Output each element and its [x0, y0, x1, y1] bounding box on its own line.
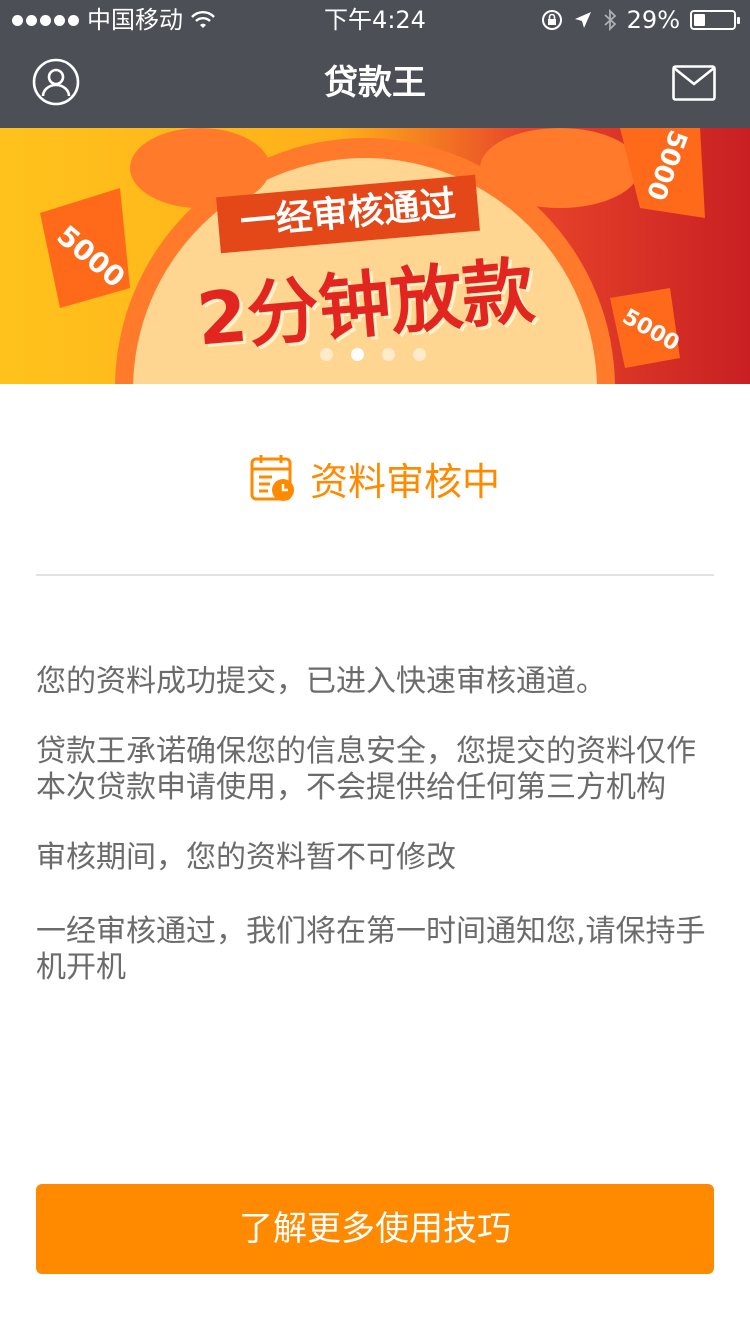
pager-dot[interactable] — [382, 348, 395, 361]
pager-dot[interactable] — [351, 348, 364, 361]
battery-icon — [690, 10, 740, 30]
mail-icon[interactable] — [672, 65, 716, 101]
promo-banner[interactable]: 一经审核通过 2分钟放款 5000 5000 5000 — [0, 128, 750, 384]
info-paragraph: 一经审核通过，我们将在第一时间通知您,请保持手机开机 — [36, 914, 706, 985]
info-paragraph: 贷款王承诺确保您的信息安全，您提交的资料仅作本次贷款申请使用，不会提供给任何第三… — [36, 734, 696, 805]
review-status: 资料审核中 — [0, 448, 750, 508]
battery-percent: 29% — [626, 6, 680, 34]
calendar-clock-icon — [250, 455, 294, 501]
info-paragraph: 您的资料成功提交，已进入快速审核通道。 — [36, 664, 606, 699]
page-title: 贷款王 — [324, 63, 426, 103]
top-bar: 中国移动 下午4:24 29% 贷款王 — [0, 0, 750, 128]
review-status-label: 资料审核中 — [309, 459, 500, 504]
bluetooth-icon — [604, 9, 616, 31]
rotation-lock-icon — [541, 10, 562, 30]
status-right: 29% — [541, 0, 740, 40]
info-paragraph: 审核期间，您的资料暂不可修改 — [36, 840, 456, 875]
pager-dot[interactable] — [413, 348, 426, 361]
status-bar: 中国移动 下午4:24 29% — [0, 0, 750, 40]
learn-more-button[interactable]: 了解更多使用技巧 — [36, 1184, 714, 1274]
divider — [36, 574, 714, 576]
location-icon — [574, 12, 591, 28]
pager-dot[interactable] — [320, 348, 333, 361]
banner-pager — [320, 348, 426, 361]
